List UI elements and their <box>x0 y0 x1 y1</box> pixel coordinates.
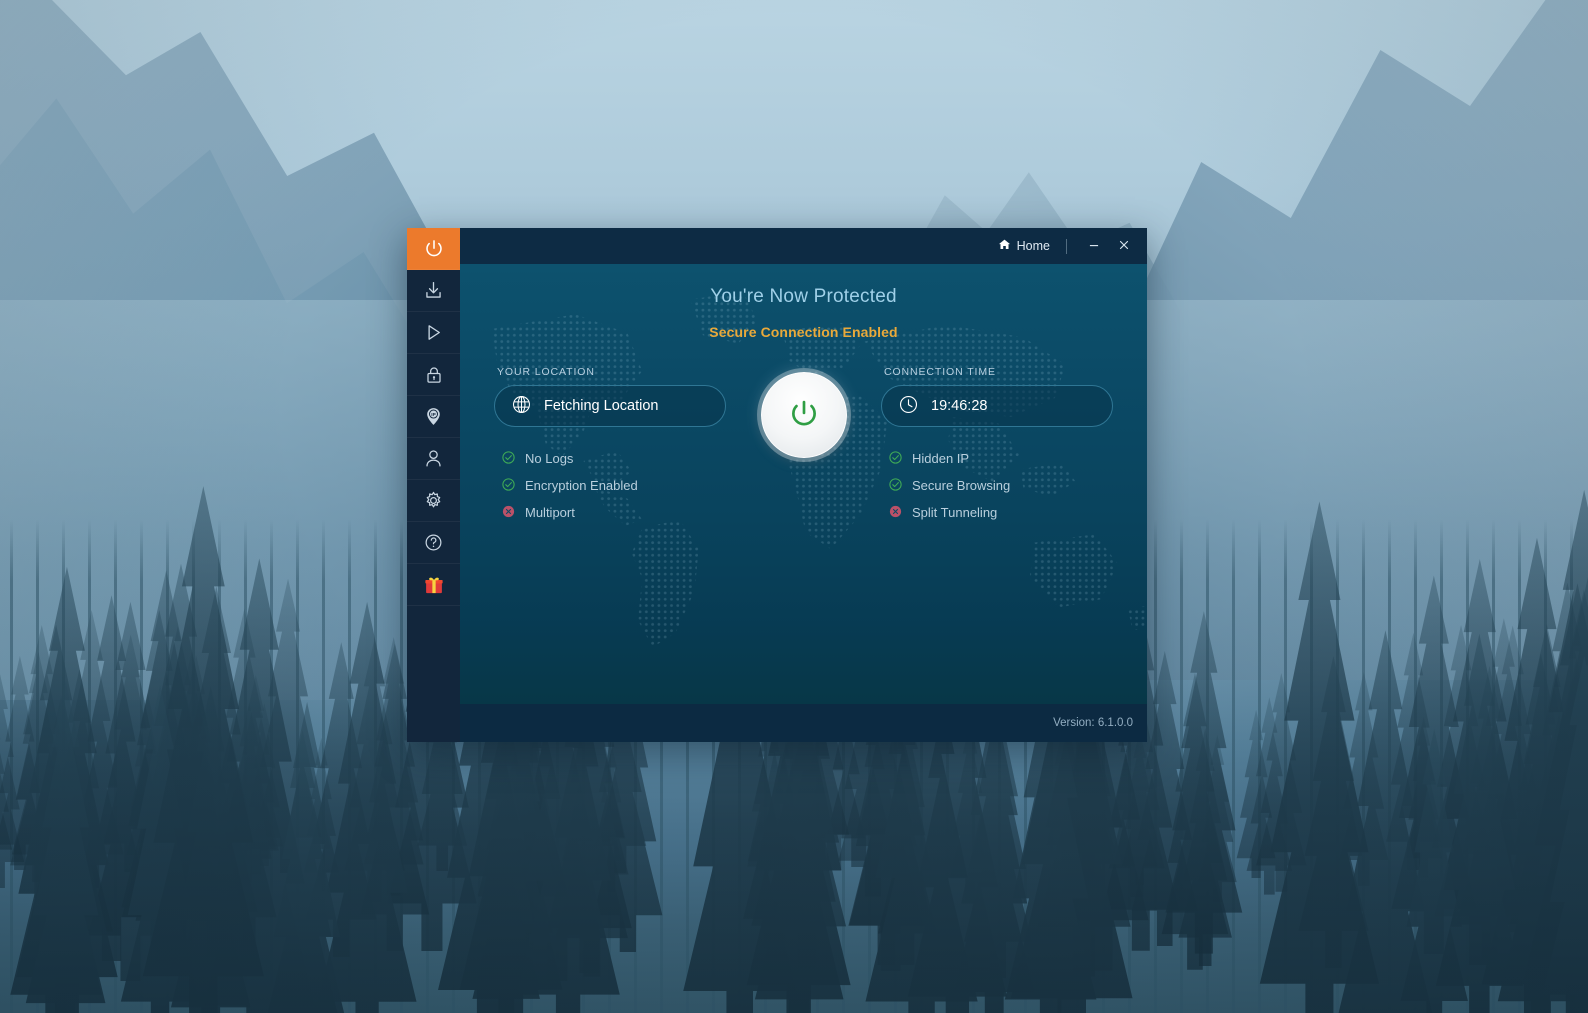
window-body: Home You're Now Protected Secure Connect… <box>460 228 1147 742</box>
location-value: Fetching Location <box>544 398 659 414</box>
feature-item: Hidden IP <box>888 445 1113 472</box>
home-button[interactable]: Home <box>992 235 1056 257</box>
check-circle-icon <box>501 477 516 495</box>
ip-pin-icon: IP <box>423 406 444 427</box>
sidebar-item-ip[interactable]: IP <box>407 396 460 438</box>
minimize-button[interactable] <box>1079 233 1109 259</box>
clock-icon <box>898 394 919 419</box>
feature-label: Split Tunneling <box>912 505 998 520</box>
window-footer: Version: 6.1.0.0 <box>460 704 1147 742</box>
minimize-icon <box>1087 238 1101 255</box>
location-label: YOUR LOCATION <box>497 366 595 378</box>
feature-item: Multiport <box>501 499 726 526</box>
cross-circle-icon <box>888 504 903 522</box>
close-button[interactable] <box>1109 233 1139 259</box>
feature-item: Secure Browsing <box>888 472 1113 499</box>
connection-time-pill[interactable]: 19:46:28 <box>881 385 1113 427</box>
version-label: Version: 6.1.0.0 <box>1053 717 1133 729</box>
location-column: YOUR LOCATION Fetching Location No Logs … <box>494 366 726 526</box>
help-icon <box>423 532 444 553</box>
sidebar-item-help[interactable] <box>407 522 460 564</box>
connection-time-label: CONNECTION TIME <box>884 366 996 378</box>
power-icon <box>787 397 821 434</box>
check-circle-icon <box>501 450 516 468</box>
feature-item: No Logs <box>501 445 726 472</box>
user-icon <box>423 448 444 469</box>
connection-time-value: 19:46:28 <box>931 398 988 414</box>
download-icon <box>423 280 444 301</box>
home-label: Home <box>1016 239 1050 253</box>
sidebar-spacer <box>407 606 460 742</box>
feature-item: Encryption Enabled <box>501 472 726 499</box>
location-pill[interactable]: Fetching Location <box>494 385 726 427</box>
features-left: No Logs Encryption Enabled Multiport <box>494 445 726 526</box>
sidebar-item-offers[interactable] <box>407 564 460 606</box>
sidebar-item-download[interactable] <box>407 270 460 312</box>
lock-icon <box>424 365 444 385</box>
close-icon <box>1117 238 1131 255</box>
vpn-application-window: IP Home You're Now Protected Secure Conn… <box>407 228 1147 742</box>
stage-content: You're Now Protected Secure Connection E… <box>460 264 1147 704</box>
svg-text:IP: IP <box>431 412 435 418</box>
connection-time-column: CONNECTION TIME 19:46:28 Hidden IP Secur… <box>881 366 1113 526</box>
sidebar-item-stream[interactable] <box>407 312 460 354</box>
gear-icon <box>423 490 444 511</box>
feature-label: No Logs <box>525 451 574 466</box>
sidebar-nav: IP <box>407 228 460 742</box>
status-panels: YOUR LOCATION Fetching Location No Logs … <box>460 366 1147 526</box>
desktop-wallpaper: IP Home You're Now Protected Secure Conn… <box>0 0 1588 1013</box>
titlebar-divider <box>1066 238 1067 254</box>
feature-item: Split Tunneling <box>888 499 1113 526</box>
play-icon <box>423 322 444 343</box>
status-badge: Secure Connection Enabled <box>709 324 898 340</box>
feature-label: Multiport <box>525 505 575 520</box>
power-icon <box>423 238 445 260</box>
sidebar-item-connect[interactable] <box>407 228 460 270</box>
home-icon <box>998 238 1011 254</box>
check-circle-icon <box>888 450 903 468</box>
sidebar-item-security[interactable] <box>407 354 460 396</box>
connect-power-button[interactable] <box>760 372 847 458</box>
globe-icon <box>511 394 532 419</box>
gift-icon <box>423 574 445 596</box>
sidebar-item-account[interactable] <box>407 438 460 480</box>
feature-label: Hidden IP <box>912 451 970 466</box>
cross-circle-icon <box>501 504 516 522</box>
check-circle-icon <box>888 477 903 495</box>
title-bar: Home <box>460 228 1147 264</box>
sidebar-item-settings[interactable] <box>407 480 460 522</box>
feature-label: Encryption Enabled <box>525 478 638 493</box>
power-column <box>726 366 881 458</box>
features-right: Hidden IP Secure Browsing Split Tunnelin… <box>881 445 1113 526</box>
page-title: You're Now Protected <box>710 286 897 307</box>
main-stage: You're Now Protected Secure Connection E… <box>460 264 1147 704</box>
feature-label: Secure Browsing <box>912 478 1011 493</box>
